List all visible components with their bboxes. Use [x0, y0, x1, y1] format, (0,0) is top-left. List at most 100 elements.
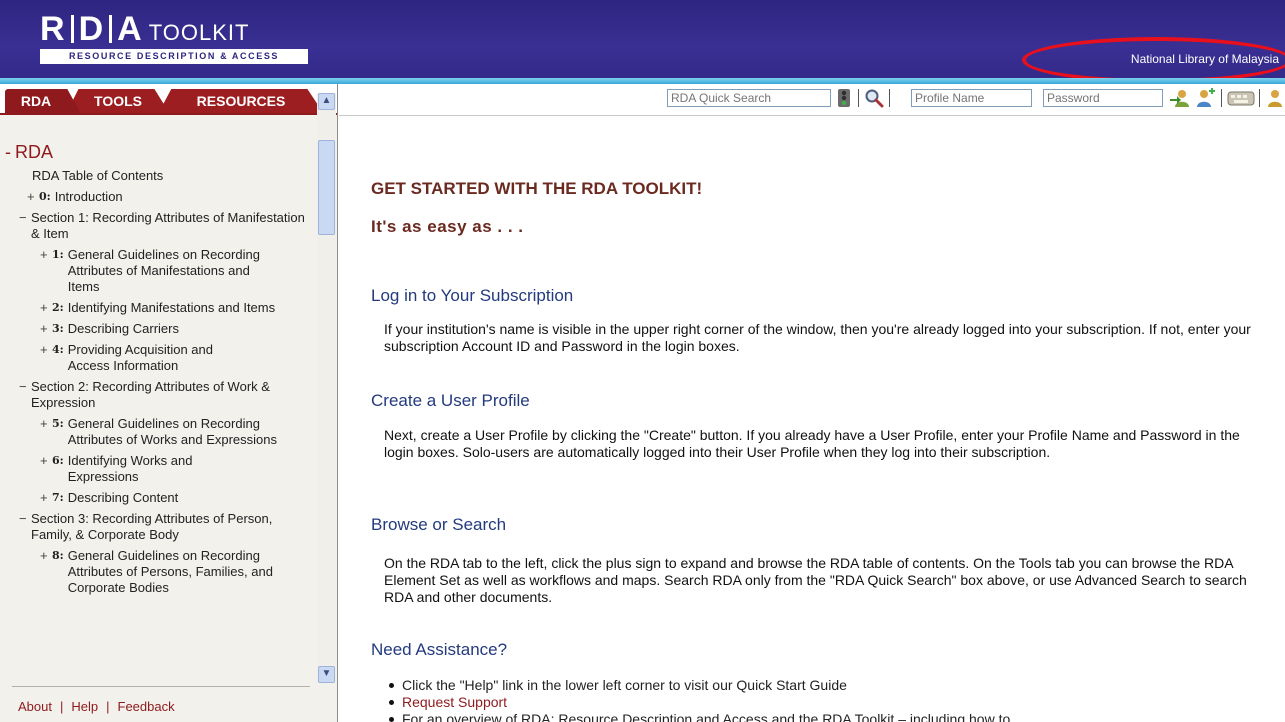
section-heading-profile: Create a User Profile	[371, 391, 530, 410]
sidebar-footer-divider	[12, 686, 310, 687]
tab-underline	[0, 113, 337, 115]
profile-name-input[interactable]	[911, 89, 1032, 107]
toc-number: 0:	[39, 190, 51, 203]
scroll-up-icon[interactable]: ▲	[318, 93, 335, 110]
toolbar-separator	[858, 89, 859, 107]
toc-chapter-3[interactable]: + 3: Describing Carriers	[0, 321, 318, 337]
toc-number: 3:	[52, 322, 64, 335]
expand-icon[interactable]: +	[40, 453, 52, 485]
toc-label: Describing Content	[67, 490, 179, 505]
toolbar-separator	[1221, 89, 1222, 107]
toc-label: General Guidelines on Recording Attribut…	[67, 416, 278, 447]
toc-item-introduction[interactable]: + 0: Introduction	[0, 189, 318, 205]
toc-section-2[interactable]: − Section 2: Recording Attributes of Wor…	[0, 379, 318, 411]
logo-divider	[70, 15, 74, 43]
toc-chapter-5[interactable]: + 5: General Guidelines on Recording Att…	[0, 416, 318, 448]
toc-label: Identifying Manifestations and Items	[67, 300, 276, 315]
collapse-icon[interactable]: -	[5, 142, 11, 162]
section-body-login: If your institution's name is visible in…	[384, 321, 1251, 354]
toc-label: Introduction	[54, 189, 123, 204]
toc-number: 8:	[52, 549, 64, 562]
section-heading-assistance: Need Assistance?	[371, 640, 508, 659]
toc-label: Section 1: Recording Attributes of Manif…	[31, 210, 305, 241]
toc-number: 6:	[52, 454, 64, 467]
toc-section-1[interactable]: − Section 1: Recording Attributes of Man…	[0, 210, 318, 242]
toc-heading[interactable]: - RDA	[5, 140, 318, 164]
request-support-link[interactable]: Request Support	[402, 694, 507, 710]
search-go-icon[interactable]	[836, 88, 852, 108]
section-heading-login: Log in to Your Subscription	[371, 286, 574, 305]
section-body-browse: On the RDA tab to the left, click the pl…	[384, 555, 1247, 605]
expand-icon[interactable]: +	[40, 342, 52, 374]
collapse-icon[interactable]: −	[19, 511, 31, 543]
toc-number: 5:	[52, 417, 64, 430]
logo-r: R	[40, 10, 66, 48]
toc-label: Describing Carriers	[67, 321, 179, 336]
section-body-profile: Next, create a User Profile by clicking …	[384, 427, 1240, 460]
password-input[interactable]	[1043, 89, 1163, 107]
login-icon[interactable]	[1169, 88, 1191, 108]
tab-resources[interactable]: RESOURCES	[158, 89, 324, 114]
logo-toolkit-text: TOOLKIT	[148, 20, 250, 45]
toc-number: 2:	[52, 301, 64, 314]
expand-icon[interactable]: +	[40, 300, 52, 316]
toolbar-separator	[889, 89, 890, 107]
toc-number: 1:	[52, 248, 64, 261]
toc-scrollbar[interactable]: ▲ ▼	[317, 93, 336, 683]
footer-separator: |	[106, 699, 110, 714]
keyboard-icon[interactable]	[1227, 88, 1255, 108]
quick-search-input[interactable]	[667, 89, 831, 107]
toolbar-separator	[1259, 89, 1260, 107]
toc-item-contents[interactable]: RDA Table of Contents	[32, 168, 318, 184]
sidebar: RESOURCES TOOLS RDA - RDA RDA Table of Co…	[0, 84, 338, 722]
feedback-link[interactable]: Feedback	[118, 699, 175, 714]
footer-separator: |	[59, 699, 64, 714]
table-of-contents: - RDA RDA Table of Contents + 0: Introduc…	[0, 116, 318, 686]
toc-number: 7:	[52, 491, 64, 504]
collapse-icon[interactable]: −	[19, 210, 31, 242]
toc-chapter-8[interactable]: + 8: General Guidelines on Recording Att…	[0, 548, 318, 596]
collapse-icon[interactable]: −	[19, 379, 31, 411]
toc-label: General Guidelines on Recording Attribut…	[67, 548, 273, 595]
logo-d: D	[78, 10, 105, 48]
toc-chapter-4[interactable]: + 4: Providing Acquisition and Access In…	[0, 342, 318, 374]
toc-label: Section 2: Recording Attributes of Work …	[31, 379, 270, 410]
list-item: Click the "Help" link in the lower left …	[384, 677, 1010, 694]
create-profile-icon[interactable]	[1194, 88, 1216, 108]
tab-tools[interactable]: TOOLS	[66, 89, 170, 114]
rda-toolkit-logo[interactable]: R D A TOOLKIT RESOURCE DESCRIPTION & ACC…	[40, 12, 308, 64]
tab-rda[interactable]: RDA	[5, 89, 81, 114]
highlight-ring	[1022, 37, 1285, 83]
toc-label: General Guidelines on Recording Attribut…	[67, 247, 260, 294]
expand-icon[interactable]: +	[40, 490, 52, 506]
scrollbar-thumb[interactable]	[318, 140, 335, 235]
list-item: Request Support	[384, 694, 1010, 711]
assistance-list: Click the "Help" link in the lower left …	[384, 677, 1010, 722]
toc-chapter-1[interactable]: + 1: General Guidelines on Recording Att…	[0, 247, 318, 295]
user-icon[interactable]	[1265, 88, 1285, 108]
toc-chapter-2[interactable]: + 2: Identifying Manifestations and Item…	[0, 300, 318, 316]
expand-icon[interactable]: +	[40, 321, 52, 337]
toc-label: Identifying Works and Expressions	[67, 453, 193, 484]
logo-wordmark: R D A TOOLKIT	[40, 12, 249, 46]
logo-divider	[109, 15, 113, 43]
expand-icon[interactable]: +	[40, 247, 52, 295]
toc-label: Section 3: Recording Attributes of Perso…	[31, 511, 273, 542]
section-heading-browse: Browse or Search	[371, 515, 507, 534]
list-item: For an overview of RDA: Resource Descrip…	[384, 711, 1010, 722]
toc-label: Providing Acquisition and Access Informa…	[67, 342, 213, 373]
expand-icon[interactable]: +	[40, 416, 52, 448]
expand-icon[interactable]: +	[40, 548, 52, 596]
toc-chapter-7[interactable]: + 7: Describing Content	[0, 490, 318, 506]
page-title: GET STARTED WITH THE RDA TOOLKIT!	[371, 179, 703, 198]
help-link[interactable]: Help	[71, 699, 98, 714]
toc-section-3[interactable]: − Section 3: Recording Attributes of Per…	[0, 511, 318, 543]
expand-icon[interactable]: +	[27, 189, 39, 205]
toc-chapter-6[interactable]: + 6: Identifying Works and Expressions	[0, 453, 318, 485]
scroll-down-icon[interactable]: ▼	[318, 666, 335, 683]
logo-subtitle: RESOURCE DESCRIPTION & ACCESS	[40, 49, 308, 64]
about-link[interactable]: About	[18, 699, 52, 714]
toc-number: 4:	[52, 343, 64, 356]
magnifier-icon[interactable]	[864, 88, 884, 108]
logo-a: A	[117, 10, 143, 48]
